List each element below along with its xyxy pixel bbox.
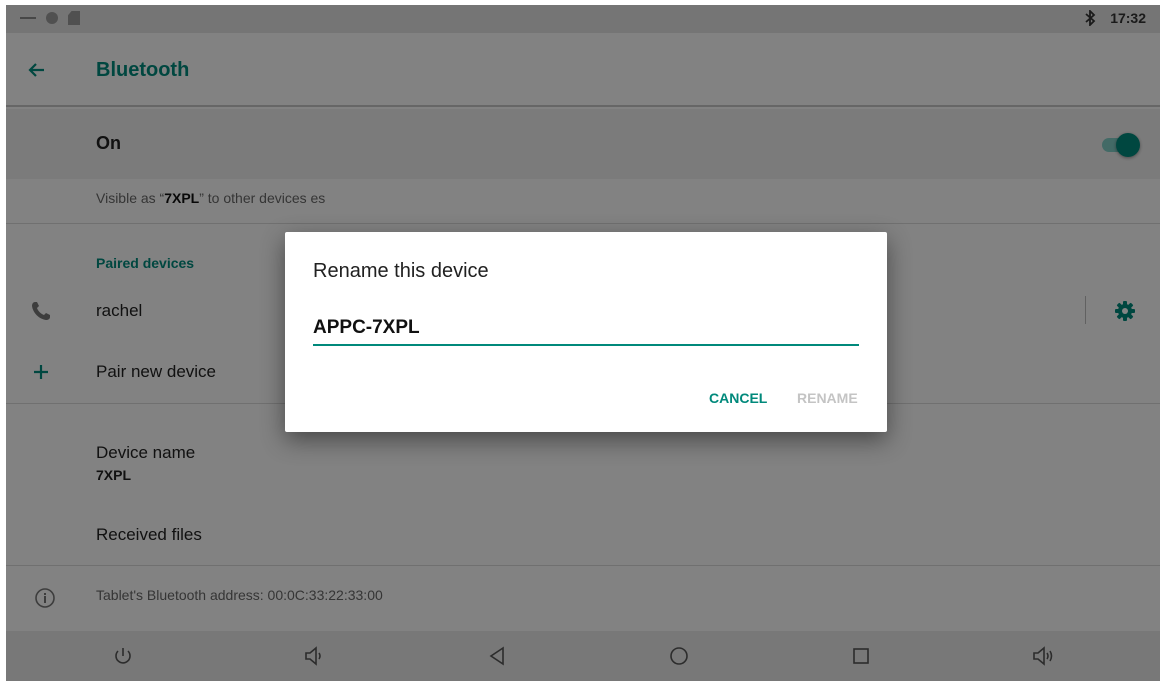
dialog-title: Rename this device: [313, 260, 489, 282]
cancel-button[interactable]: CANCEL: [709, 390, 767, 406]
android-screen: 17:32 Bluetooth On Visible as “7XPL” to …: [6, 5, 1160, 681]
device-name-input[interactable]: [313, 316, 859, 346]
rename-button[interactable]: RENAME: [797, 390, 858, 406]
rename-device-dialog: Rename this device CANCEL RENAME: [285, 232, 887, 432]
